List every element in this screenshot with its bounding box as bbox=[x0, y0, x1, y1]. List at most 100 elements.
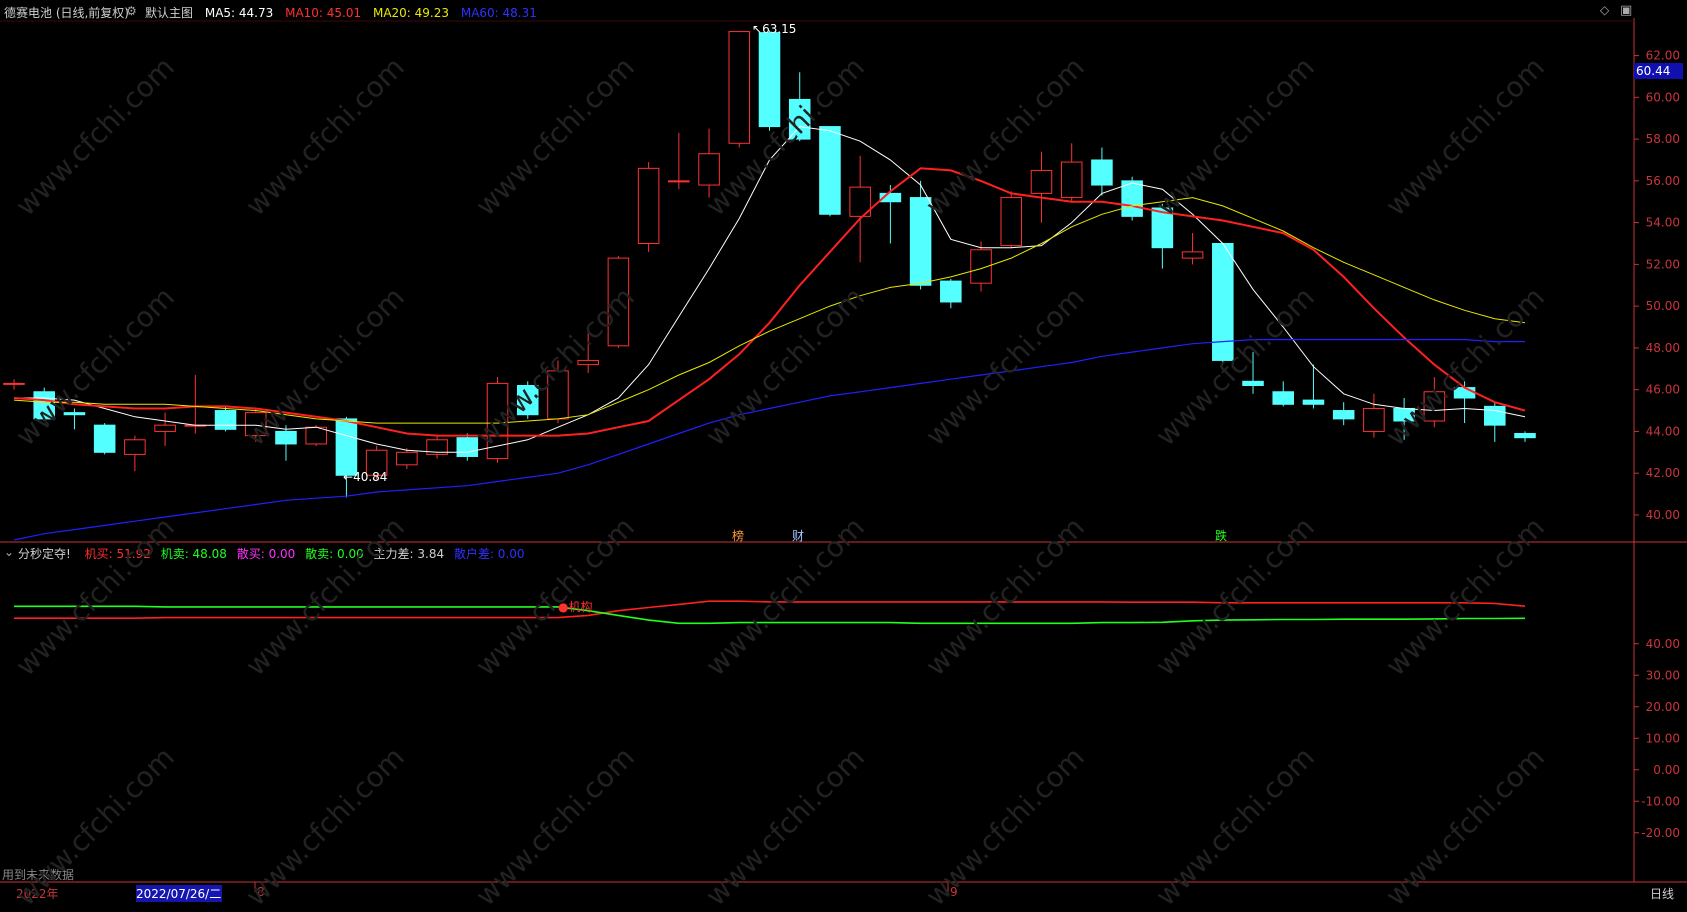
candle-body-15 bbox=[456, 437, 479, 457]
period-label[interactable]: 日线 bbox=[1650, 885, 1674, 902]
candle-28 bbox=[849, 155, 871, 263]
sanhu-label: 散户差: 0.00 bbox=[453, 547, 525, 561]
price-tag: 60.44 bbox=[1634, 63, 1683, 79]
candle-50 bbox=[1514, 431, 1536, 442]
header-labels: 默认主图 MA5: 44.73 MA10: 45.01 MA20: 49.23 … bbox=[145, 4, 537, 21]
candle-body-39 bbox=[1181, 251, 1204, 259]
main-y-tick-label-0: 62.00 bbox=[1646, 49, 1680, 63]
candle-body-3 bbox=[93, 424, 116, 453]
candle-body-37 bbox=[1121, 180, 1143, 217]
candle-42 bbox=[1272, 381, 1295, 407]
sub-y-tick-label-5: -10.00 bbox=[1641, 794, 1680, 808]
jimai2-label: 机卖: 48.08 bbox=[160, 547, 227, 561]
candle-7 bbox=[214, 406, 237, 432]
stock-title[interactable]: 德赛电池 (日线,前复权) bbox=[4, 4, 129, 21]
sub-y-tick-label-6: -20.00 bbox=[1641, 826, 1680, 840]
sanmai-label: 散买: 0.00 bbox=[236, 547, 296, 561]
candle-34 bbox=[1030, 151, 1053, 223]
stock-name-label: 德赛电池 (日线,前复权) bbox=[4, 6, 129, 20]
sub-y-tick-label-1: 30.00 bbox=[1646, 668, 1680, 682]
footer-date[interactable]: 2022/07/26/二 bbox=[136, 885, 222, 902]
candle-body-50 bbox=[1514, 433, 1536, 439]
ma10-label: MA10: 45.01 bbox=[285, 6, 362, 20]
candle-27 bbox=[819, 126, 841, 217]
candle-35 bbox=[1060, 143, 1083, 202]
candle-22 bbox=[668, 132, 690, 190]
main-y-tick-label-5: 52.00 bbox=[1646, 257, 1680, 271]
main-y-tick-label-6: 50.00 bbox=[1646, 299, 1680, 313]
candle-body-7 bbox=[214, 410, 237, 430]
candle-body-36 bbox=[1091, 159, 1113, 186]
candle-15 bbox=[456, 433, 479, 461]
main-y-tick-label-1: 60.00 bbox=[1646, 90, 1680, 104]
candle-39 bbox=[1181, 233, 1204, 265]
candle-10 bbox=[305, 425, 327, 447]
main-y-tick-label-2: 58.00 bbox=[1646, 132, 1680, 146]
candle-body-27 bbox=[819, 126, 841, 215]
candle-body-5 bbox=[154, 424, 176, 432]
candle-body-43 bbox=[1302, 399, 1325, 405]
main-y-tick-label-7: 48.00 bbox=[1646, 341, 1680, 355]
indicator-name[interactable]: 分秒定夺! bbox=[18, 547, 71, 561]
window-icon[interactable]: ▣ bbox=[1620, 3, 1632, 18]
settings-icon[interactable]: ⚙ bbox=[126, 4, 137, 18]
candle-49 bbox=[1484, 402, 1506, 442]
candle-body-42 bbox=[1272, 391, 1295, 405]
candle-4 bbox=[124, 435, 146, 472]
candle-body-11 bbox=[335, 418, 358, 476]
sub-y-tick-label-2: 20.00 bbox=[1646, 700, 1680, 714]
candle-body-21 bbox=[637, 167, 660, 245]
candle-body-0 bbox=[3, 382, 25, 385]
candle-21 bbox=[637, 162, 660, 252]
sub-y-tick-label-0: 40.00 bbox=[1646, 637, 1680, 651]
diamond-icon[interactable]: ◇ bbox=[1600, 3, 1609, 17]
candle-body-25 bbox=[758, 32, 781, 128]
candle-0 bbox=[3, 379, 25, 390]
candle-29 bbox=[879, 185, 902, 244]
main-y-tick-label-3: 56.00 bbox=[1646, 174, 1680, 188]
candle-11 bbox=[335, 416, 358, 498]
candle-40 bbox=[1212, 243, 1234, 363]
die-marker[interactable]: 跌 bbox=[1215, 527, 1227, 544]
main-y-tick-label-9: 44.00 bbox=[1646, 424, 1680, 438]
candle-body-44 bbox=[1332, 410, 1355, 420]
candle-body-22 bbox=[668, 180, 690, 183]
cai-marker[interactable]: 财 bbox=[792, 527, 804, 544]
candle-body-13 bbox=[396, 451, 418, 466]
sub-y-tick-label-4: 0.00 bbox=[1653, 763, 1680, 777]
candle-33 bbox=[1000, 191, 1023, 248]
candle-body-41 bbox=[1242, 380, 1264, 386]
candle-body-34 bbox=[1030, 169, 1053, 194]
candle-body-30 bbox=[909, 197, 932, 286]
bang-marker[interactable]: 榜 bbox=[732, 527, 744, 544]
candle-body-4 bbox=[124, 439, 146, 455]
ma60-label: MA60: 48.31 bbox=[460, 6, 537, 20]
candle-body-40 bbox=[1212, 243, 1234, 361]
main-y-tick-label-8: 46.00 bbox=[1646, 383, 1680, 397]
sub-y-tick-label-3: 10.00 bbox=[1646, 731, 1680, 745]
candle-31 bbox=[940, 279, 962, 309]
sub-header: 分秒定夺! 机买: 51.92 机卖: 48.08 散买: 0.00 散卖: 0… bbox=[18, 545, 525, 562]
ma20-label: MA20: 49.23 bbox=[372, 6, 450, 20]
candle-3 bbox=[93, 423, 116, 455]
candle-25 bbox=[758, 30, 781, 131]
candle-5 bbox=[154, 412, 176, 447]
ma5-label: MA5: 44.73 bbox=[204, 6, 274, 20]
candle-body-33 bbox=[1000, 197, 1023, 247]
candle-body-49 bbox=[1484, 405, 1506, 426]
candle-body-10 bbox=[305, 426, 327, 445]
main-chart-label[interactable]: 默认主图 bbox=[145, 6, 193, 20]
candle-14 bbox=[426, 435, 448, 459]
candle-body-24 bbox=[728, 31, 751, 144]
candle-13 bbox=[396, 448, 418, 470]
candle-43 bbox=[1302, 364, 1325, 409]
candle-44 bbox=[1332, 402, 1355, 426]
high-annotation: ↖63.15 bbox=[752, 22, 797, 36]
candle-body-35 bbox=[1060, 161, 1083, 199]
candle-36 bbox=[1091, 147, 1113, 196]
candle-24 bbox=[728, 31, 751, 148]
main-y-tick-label-4: 54.00 bbox=[1646, 216, 1680, 230]
main-y-tick-label-10: 42.00 bbox=[1646, 466, 1680, 480]
main-y-tick-label-11: 40.00 bbox=[1646, 508, 1680, 522]
collapse-icon[interactable]: ⌄ bbox=[4, 545, 14, 559]
